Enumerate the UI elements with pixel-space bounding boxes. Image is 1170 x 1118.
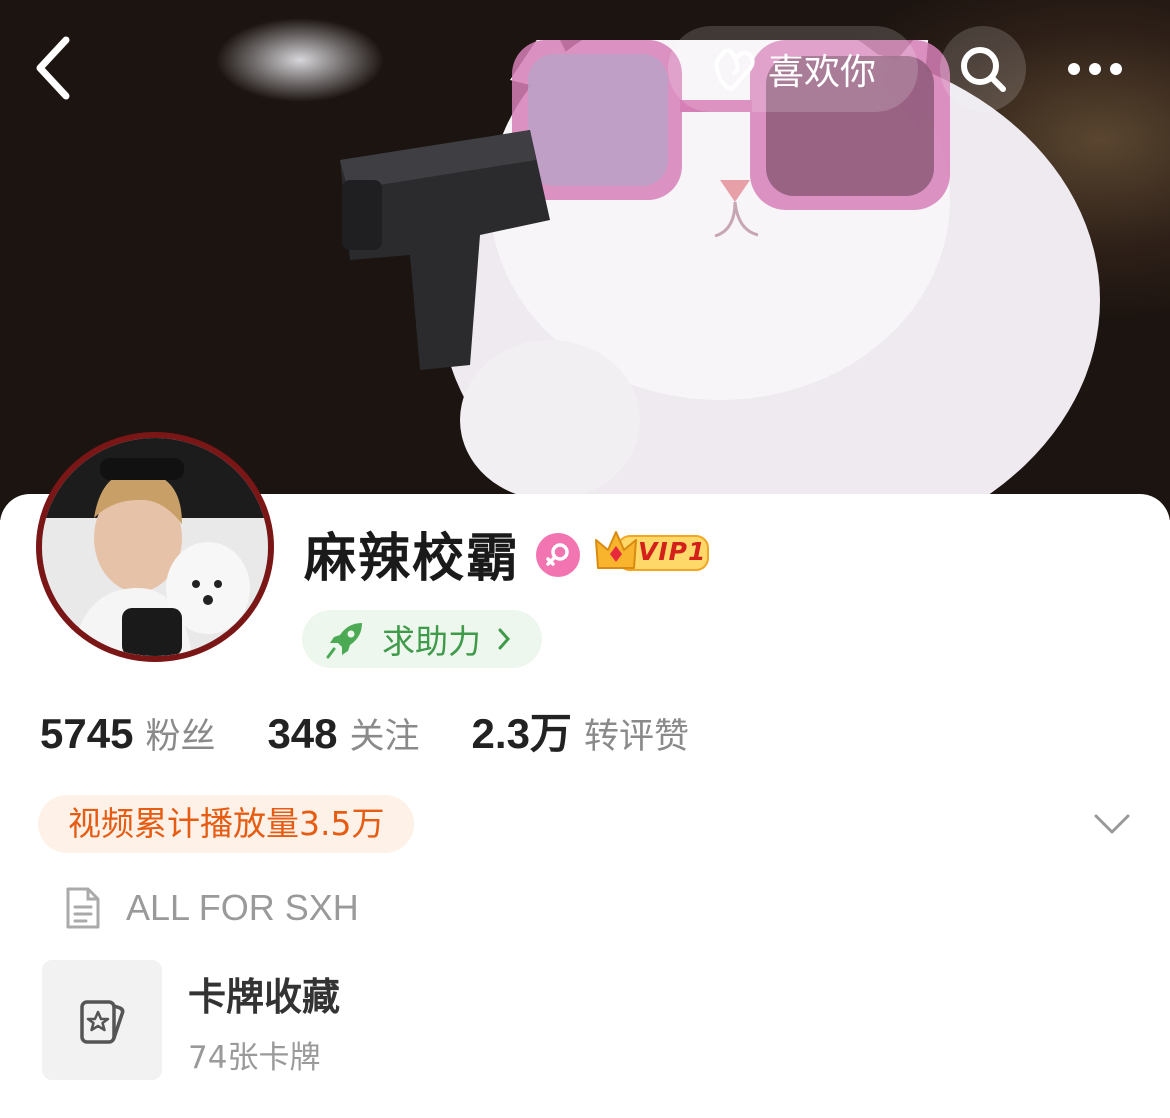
card-collection-thumbnail — [42, 960, 162, 1080]
help-label: 求助力 — [382, 622, 481, 661]
bio: ALL FOR SXH — [64, 880, 359, 936]
stat-label: 粉丝 — [145, 717, 216, 757]
more-dots-icon — [1068, 63, 1122, 75]
stat-followers[interactable]: 5745 粉丝 — [40, 708, 215, 759]
like-label: 喜欢你 — [767, 52, 876, 93]
document-icon — [66, 887, 100, 929]
username: 麻辣校霸 — [304, 529, 521, 589]
expand-button[interactable] — [1092, 804, 1132, 844]
avatar[interactable] — [36, 432, 274, 662]
stat-value: 5745 — [40, 710, 134, 757]
like-you-button[interactable]: 喜欢你 — [668, 26, 918, 112]
female-icon — [546, 543, 569, 566]
card-collection-count: 74张卡牌 — [188, 1040, 321, 1076]
video-play-count-tag[interactable]: 视频累计播放量3.5万 — [38, 795, 415, 853]
stat-label: 关注 — [349, 717, 420, 757]
search-icon — [961, 47, 1006, 92]
stat-label: 转评赞 — [583, 717, 689, 757]
card-collection-title: 卡牌收藏 — [188, 975, 341, 1019]
help-boost-button[interactable]: 求助力 — [302, 610, 542, 668]
stat-following[interactable]: 348 关注 — [267, 708, 419, 759]
avatar-illustration — [42, 438, 268, 656]
avatar-image — [42, 438, 268, 656]
chevron-right-icon — [498, 628, 511, 650]
back-button[interactable] — [22, 30, 86, 106]
vip-label: VIP1 — [638, 537, 707, 566]
vip-badge[interactable]: VIP1 — [594, 528, 712, 578]
card-star-icon — [80, 1000, 125, 1044]
more-button[interactable] — [1050, 26, 1140, 112]
bio-text: ALL FOR SXH — [126, 887, 359, 928]
chevron-down-icon — [1094, 814, 1130, 834]
stats-row: 5745 粉丝 348 关注 2.3万 转评赞 — [40, 700, 741, 770]
rocket-icon — [326, 623, 362, 659]
chevron-left-icon — [36, 36, 70, 100]
pistol-illustration — [340, 130, 550, 370]
search-button[interactable] — [940, 26, 1026, 112]
stat-value: 348 — [267, 710, 338, 757]
hand-heart-icon — [714, 48, 755, 91]
stat-value: 2.3万 — [471, 710, 572, 757]
stat-interactions[interactable]: 2.3万 转评赞 — [472, 700, 689, 761]
gender-badge — [536, 533, 580, 577]
card-collection-entry[interactable]: 卡牌收藏 74张卡牌 — [42, 958, 742, 1080]
